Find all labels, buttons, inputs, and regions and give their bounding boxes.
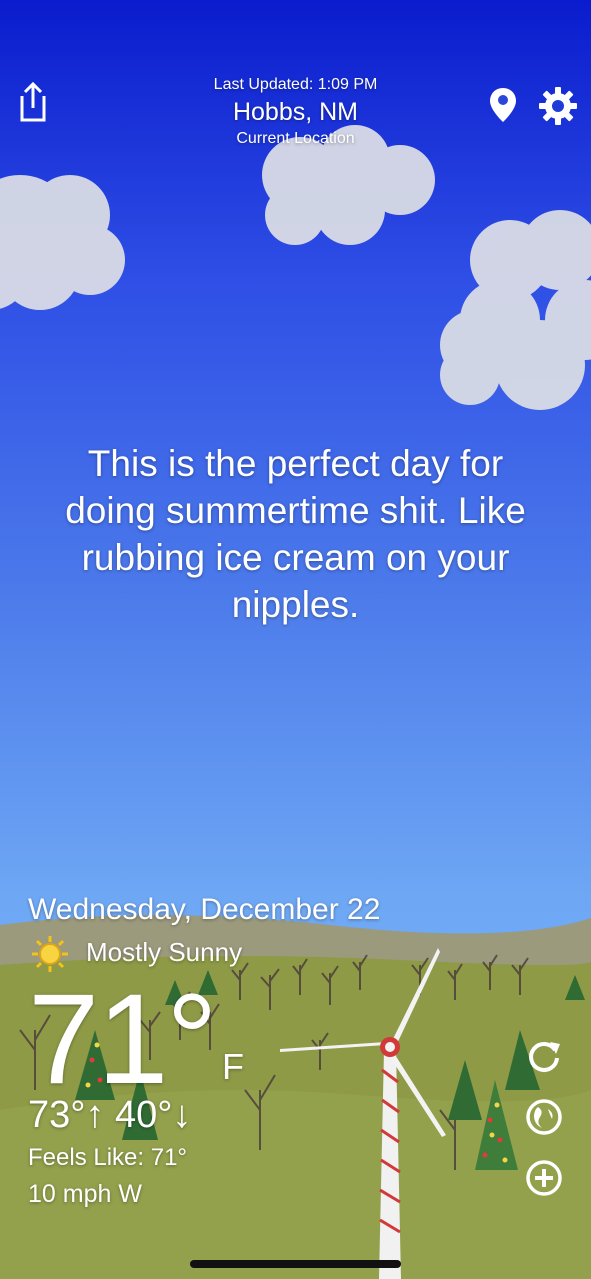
add-icon — [526, 1160, 562, 1196]
settings-button[interactable] — [538, 86, 578, 126]
temperature-unit[interactable]: F — [222, 1046, 244, 1088]
gear-icon — [539, 87, 577, 125]
condition-label: Mostly Sunny — [86, 937, 243, 967]
wind-label: 10 mph W — [28, 1180, 142, 1208]
temperature-value: 71° — [28, 968, 218, 1111]
date-label: Wednesday, December 22 — [28, 893, 381, 926]
feels-like-label: Feels Like: 71° — [28, 1144, 188, 1171]
refresh-button[interactable] — [524, 1036, 564, 1076]
home-indicator[interactable] — [190, 1260, 401, 1268]
weather-quote: This is the perfect day for doing summer… — [65, 443, 526, 625]
radar-button[interactable] — [524, 1097, 564, 1137]
hi-lo-temps: 73°↑ 40°↓ — [28, 1094, 192, 1136]
refresh-icon — [529, 1042, 560, 1072]
location-pin-icon — [490, 88, 516, 122]
radar-icon — [526, 1099, 562, 1135]
cloud-left — [0, 175, 125, 310]
add-location-button[interactable] — [524, 1158, 564, 1198]
cloud-right — [440, 210, 591, 410]
location-label: Current Location — [236, 130, 355, 147]
location-button[interactable] — [488, 86, 518, 124]
